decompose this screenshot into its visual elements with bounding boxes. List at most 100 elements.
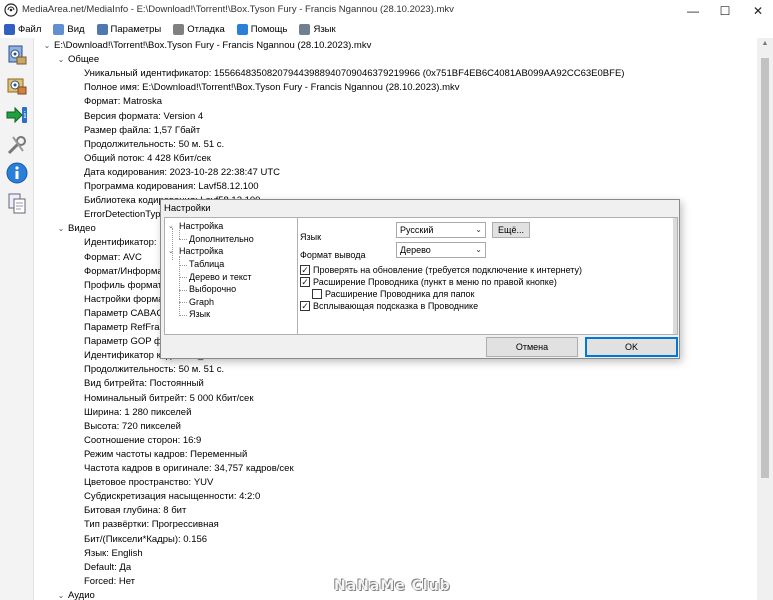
general-field-text: Дата кодирования: 2023-10-28 22:38:47 UT… [84, 166, 281, 178]
video-field: Ширина: 1 280 пикселей [84, 406, 191, 420]
checkbox-box[interactable]: ✓ [300, 277, 310, 287]
checkbox-box[interactable] [312, 289, 322, 299]
settings-pane: Язык Русский ⌄ Ещё... Формат вывода Дере… [298, 217, 678, 335]
tree-node-table[interactable]: Таблица [189, 258, 224, 270]
shell-tooltip-label: Всплывающая подсказка в Проводнике [313, 301, 479, 311]
video-field-text: Битовая глубина: 8 бит [84, 505, 187, 517]
settings-pane-scrollbar[interactable] [673, 218, 677, 334]
tree-node-tree-text[interactable]: Дерево и текст [189, 271, 252, 283]
watermark: NaNaMe Club [334, 578, 451, 594]
menu-item-1[interactable]: Вид [49, 21, 92, 38]
scrollbar-thumb[interactable] [761, 58, 769, 478]
general-field: Версия формата: Version 4 [84, 110, 203, 124]
language-icon [299, 24, 311, 35]
more-languages-button[interactable]: Ещё... [492, 222, 530, 238]
language-label: Язык [300, 232, 322, 242]
settings-tree[interactable]: ⌄ Настройка Дополнительно ⌄ Настройка Та… [164, 217, 298, 335]
check-updates-checkbox[interactable]: ✓ Проверять на обновление (требуется под… [300, 264, 582, 276]
video-field-text: Частота кадров в оригинале: 34,757 кадро… [84, 463, 294, 474]
general-field-text: Размер файла: 1,57 Гбайт [84, 124, 201, 136]
output-format-select-value: Дерево [400, 245, 431, 255]
cancel-button[interactable]: Отмена [486, 337, 578, 357]
language-select-value: Русский [400, 225, 434, 235]
video-field: Вид битрейта: Постоянный [84, 377, 204, 391]
video-field-text: Бит/(Пиксели*Кадры): 0.156 [84, 533, 208, 545]
collapse-arrow-icon[interactable]: ⌄ [56, 53, 66, 67]
shell-extension-folders-checkbox[interactable]: Расширение Проводника для папок [312, 288, 474, 300]
video-field: Бит/(Пиксели*Кадры): 0.156 [84, 533, 207, 547]
left-toolbar: i [0, 38, 34, 600]
close-button[interactable]: ✕ [738, 0, 773, 21]
info-icon[interactable] [4, 160, 30, 186]
tree-node-setup[interactable]: Настройка [179, 220, 223, 232]
menu-item-5[interactable]: Язык [295, 21, 343, 38]
collapse-arrow-icon[interactable]: ⌄ [56, 222, 66, 236]
menu-item-2[interactable]: Параметры [93, 21, 170, 38]
tree-section-general[interactable]: ⌄ Общее [58, 53, 99, 67]
checkbox-box[interactable]: ✓ [300, 301, 310, 311]
general-field-text: Программа кодирования: Lavf58.12.100 [84, 181, 259, 192]
general-field: Дата кодирования: 2023-10-28 22:38:47 UT… [84, 166, 280, 180]
file-icon [4, 24, 15, 35]
video-field-text: Язык: English [84, 547, 143, 559]
chevron-down-icon: ⌄ [475, 225, 482, 234]
general-field-text: Полное имя: E:\Download!\Torrent!\Box.Ty… [84, 82, 460, 94]
tree-section-audio-text: Аудио [68, 589, 95, 600]
tree-node-setup-2[interactable]: Настройка [179, 245, 223, 257]
video-field-text: Высота: 720 пикселей [84, 420, 181, 432]
open-file-icon[interactable] [4, 42, 30, 68]
ok-button[interactable]: OK [585, 337, 678, 357]
open-folder-icon[interactable] [4, 72, 30, 98]
menu-item-4[interactable]: Помощь [233, 21, 296, 38]
general-field-text: Версия формата: Version 4 [84, 110, 204, 122]
tree-section-video-text: Видео [68, 223, 96, 235]
language-select[interactable]: Русский ⌄ [396, 222, 486, 238]
export-icon[interactable]: i [4, 102, 30, 128]
video-field: Высота: 720 пикселей [84, 420, 181, 434]
general-field: Размер файла: 1,57 Гбайт [84, 124, 200, 138]
general-field-text: Формат: Matroska [84, 96, 163, 108]
video-field: Default: Да [84, 561, 131, 575]
general-field-text: Продолжительность: 50 м. 51 с. [84, 138, 225, 150]
checkbox-box[interactable]: ✓ [300, 265, 310, 275]
tree-node-advanced[interactable]: Дополнительно [189, 233, 254, 245]
general-field-text: Общий поток: 4 428 Кбит/сек [84, 152, 211, 164]
video-field-text: Соотношение сторон: 16:9 [84, 434, 202, 446]
options-tools-icon[interactable] [4, 132, 30, 158]
video-field-text: Вид битрейта: Постоянный [84, 378, 204, 390]
menu-item-0[interactable]: Файл [0, 21, 49, 38]
video-field-text: Субдискретизация насыщенности: 4:2:0 [84, 491, 261, 503]
menu-item-3[interactable]: Отладка [169, 21, 233, 38]
vertical-scrollbar[interactable]: ▲ [757, 38, 773, 600]
tree-node-language[interactable]: Язык [189, 308, 210, 320]
collapse-arrow-icon[interactable]: ⌄ [42, 39, 52, 53]
check-updates-label: Проверять на обновление (требуется подкл… [313, 265, 583, 275]
general-field: Продолжительность: 50 м. 51 с. [84, 138, 224, 152]
video-field-text: Идентификатор: 1 [84, 237, 165, 249]
tree-section-video[interactable]: ⌄ Видео [58, 222, 96, 236]
shell-tooltip-checkbox[interactable]: ✓ Всплывающая подсказка в Проводнике [300, 300, 478, 312]
svg-text:i: i [24, 111, 27, 121]
video-field: Соотношение сторон: 16:9 [84, 434, 201, 448]
tree-node-graph[interactable]: Graph [189, 296, 214, 308]
tree-root-file[interactable]: ⌄ E:\Download!\Torrent!\Box.Tyson Fury - … [44, 39, 372, 53]
chevron-down-icon: ⌄ [475, 245, 482, 254]
video-field: Субдискретизация насыщенности: 4:2:0 [84, 490, 260, 504]
copy-icon[interactable] [4, 190, 30, 216]
general-field: Уникальный идентификатор: 15566483508207… [84, 67, 624, 81]
collapse-arrow-icon[interactable]: ⌄ [168, 247, 174, 255]
tree-node-custom[interactable]: Выборочно [189, 283, 236, 295]
scroll-up-arrow-icon[interactable]: ▲ [757, 40, 773, 54]
output-format-select[interactable]: Дерево ⌄ [396, 242, 486, 258]
window-title: MediaArea.net/MediaInfo - E:\Download!\T… [22, 4, 454, 15]
video-field-text: Тип развёртки: Прогрессивная [84, 519, 219, 531]
collapse-arrow-icon[interactable]: ⌄ [168, 222, 174, 230]
general-field: Общий поток: 4 428 Кбит/сек [84, 152, 211, 166]
video-field: Формат: AVC [84, 251, 142, 265]
video-field: Битовая глубина: 8 бит [84, 504, 186, 518]
tree-root-file-text: E:\Download!\Torrent!\Box.Tyson Fury - F… [54, 40, 372, 51]
tree-section-audio[interactable]: ⌄ Аудио [58, 589, 95, 600]
collapse-arrow-icon[interactable]: ⌄ [56, 589, 66, 600]
shell-extension-checkbox[interactable]: ✓ Расширение Проводника (пункт в меню по… [300, 276, 557, 288]
general-field: Полное имя: E:\Download!\Torrent!\Box.Ty… [84, 81, 460, 95]
